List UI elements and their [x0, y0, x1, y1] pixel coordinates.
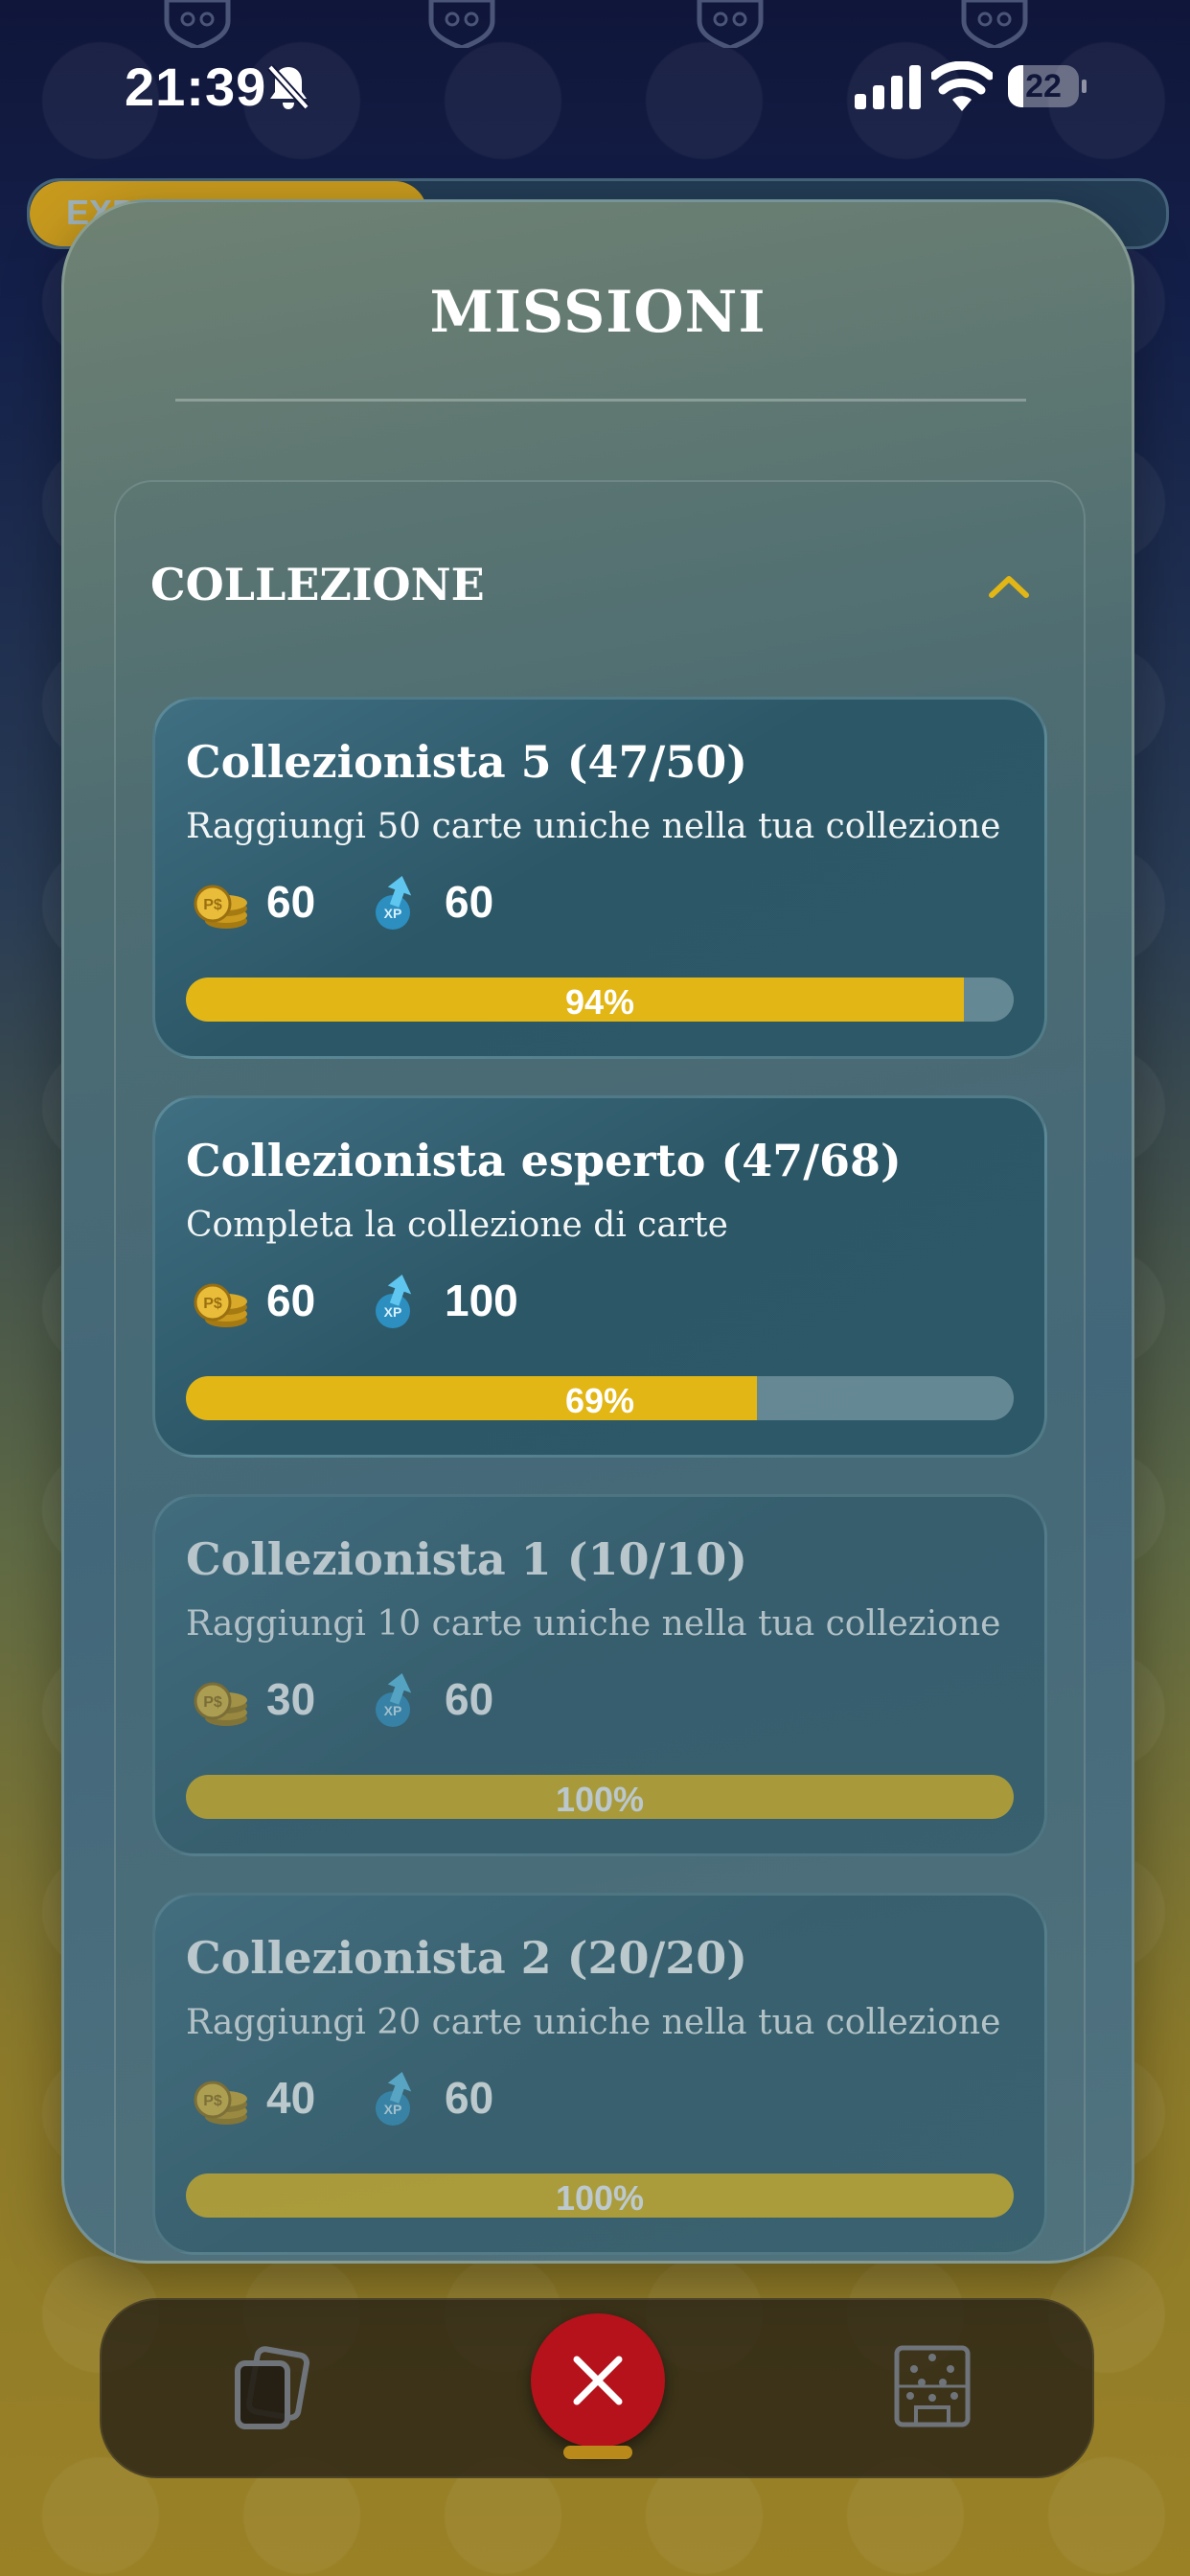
wifi-icon	[931, 61, 993, 111]
close-icon	[573, 2356, 623, 2405]
cards-icon[interactable]	[228, 2344, 316, 2432]
xp-reward-value: 60	[445, 877, 494, 927]
bottom-nav	[100, 2298, 1094, 2478]
mission-description: Completa la collezione di carte	[186, 1206, 728, 1245]
nav-indicator	[563, 2446, 632, 2459]
mission-description: Raggiungi 50 carte uniche nella tua coll…	[186, 807, 1001, 846]
progress-bar: 69%	[186, 1376, 1014, 1420]
status-bar: 21:39 22	[0, 0, 1190, 172]
chevron-up-icon[interactable]	[986, 572, 1032, 601]
field-icon[interactable]	[893, 2344, 972, 2428]
coin-reward-value: 30	[266, 1674, 316, 1724]
xp-reward-value: 60	[445, 2073, 494, 2123]
mission-title: Collezionista 1 (10/10)	[186, 1533, 748, 1585]
coin-stack-icon: P$	[194, 885, 247, 929]
coin-reward-value: 60	[266, 877, 316, 927]
svg-text:XP: XP	[384, 906, 402, 921]
coin-stack-icon: P$	[194, 2081, 247, 2125]
mission-title: Collezionista 5 (47/50)	[186, 736, 748, 788]
xp-reward-value: 100	[445, 1276, 518, 1325]
coin-reward-value: 60	[266, 1276, 316, 1325]
mission-description: Raggiungi 20 carte uniche nella tua coll…	[186, 2003, 1001, 2042]
svg-text:P$: P$	[203, 2093, 222, 2109]
battery-indicator: 22	[1008, 65, 1087, 107]
modal-title: MISSIONI	[429, 279, 767, 346]
svg-text:XP: XP	[384, 1304, 402, 1320]
svg-text:P$: P$	[203, 1296, 222, 1312]
mission-title: Collezionista 2 (20/20)	[186, 1932, 748, 1984]
mission-card[interactable]: Collezionista 2 (20/20) Raggiungi 20 car…	[152, 1893, 1047, 2255]
progress-label: 100%	[555, 1780, 645, 1819]
progress-label: 94%	[564, 982, 635, 1022]
svg-text:P$: P$	[203, 1694, 222, 1711]
progress-label: 69%	[564, 1381, 635, 1420]
mission-card[interactable]: Collezionista 5 (47/50) Raggiungi 50 car…	[152, 697, 1047, 1059]
coin-stack-icon: P$	[194, 1283, 247, 1327]
section-title[interactable]: COLLEZIONE	[150, 559, 485, 610]
progress-bar: 94%	[186, 978, 1014, 1022]
svg-text:XP: XP	[384, 1703, 402, 1718]
xp-arrow-icon: XP	[376, 1672, 412, 1727]
svg-text:XP: XP	[384, 2102, 402, 2117]
xp-arrow-icon: XP	[376, 2071, 412, 2126]
mission-card[interactable]: Collezionista esperto (47/68) Completa l…	[152, 1095, 1047, 1458]
mission-description: Raggiungi 10 carte uniche nella tua coll…	[186, 1604, 1001, 1644]
missions-modal: MISSIONI COLLEZIONE Collezionista 5 (47/…	[61, 199, 1134, 2264]
close-button[interactable]	[531, 2313, 665, 2448]
status-time: 21:39	[125, 57, 267, 117]
coin-reward-value: 40	[266, 2073, 316, 2123]
mission-title: Collezionista esperto (47/68)	[186, 1135, 902, 1186]
progress-bar: 100%	[186, 2174, 1014, 2218]
signal-icon	[855, 65, 921, 109]
xp-arrow-icon: XP	[376, 1274, 412, 1328]
title-divider	[175, 399, 1026, 402]
progress-bar: 100%	[186, 1775, 1014, 1819]
bell-off-icon	[267, 64, 309, 110]
svg-text:P$: P$	[203, 897, 222, 913]
mission-card[interactable]: Collezionista 1 (10/10) Raggiungi 10 car…	[152, 1494, 1047, 1856]
progress-label: 100%	[555, 2178, 645, 2218]
coin-stack-icon: P$	[194, 1682, 247, 1726]
xp-arrow-icon: XP	[376, 875, 412, 930]
battery-percent: 22	[1025, 68, 1062, 104]
xp-reward-value: 60	[445, 1674, 494, 1724]
